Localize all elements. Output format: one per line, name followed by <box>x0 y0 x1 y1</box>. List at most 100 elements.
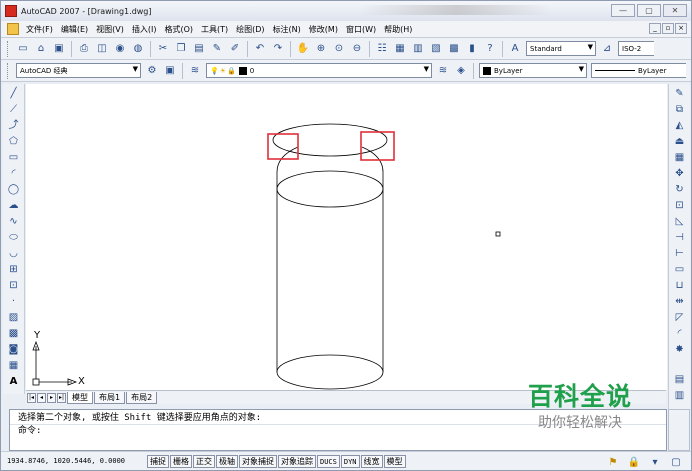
ortho-toggle[interactable]: 正交 <box>193 454 215 468</box>
coordinate-readout[interactable]: 1934.8746, 1020.5446, 0.0000 <box>7 457 147 465</box>
new-file-icon[interactable]: ▭ <box>15 41 31 57</box>
revision-cloud-icon[interactable]: ☁ <box>6 198 22 214</box>
construction-line-icon[interactable]: ⟋ <box>6 102 22 118</box>
close-button[interactable]: ✕ <box>663 4 687 17</box>
menu-help[interactable]: 帮助(H) <box>380 24 416 35</box>
maximize-button[interactable]: ▢ <box>637 4 661 17</box>
zoom-realtime-icon[interactable]: ⊕ <box>313 41 329 57</box>
save-icon[interactable]: ▣ <box>51 41 67 57</box>
layer-previous-icon[interactable]: ◈ <box>453 63 469 79</box>
zoom-previous-icon[interactable]: ⊖ <box>349 41 365 57</box>
undo-icon[interactable]: ↶ <box>252 41 268 57</box>
linetype-select[interactable]: ByLayer <box>591 63 686 78</box>
workspace-settings-icon[interactable]: ⚙ <box>144 63 160 79</box>
polar-toggle[interactable]: 极轴 <box>216 454 238 468</box>
dim-style-select[interactable]: ISO-2 <box>618 41 654 56</box>
redo-icon[interactable]: ↷ <box>270 41 286 57</box>
menu-format[interactable]: 格式(O) <box>160 24 197 35</box>
zoom-window-icon[interactable]: ⊙ <box>331 41 347 57</box>
plot-preview-icon[interactable]: ◫ <box>94 41 110 57</box>
chamfer-icon[interactable]: ◸ <box>672 310 688 326</box>
etransmit-icon[interactable]: ◍ <box>130 41 146 57</box>
communication-center-icon[interactable]: ⚑ <box>605 455 621 471</box>
arc-icon[interactable]: ◜ <box>6 166 22 182</box>
ellipse-icon[interactable]: ⬭ <box>6 230 22 246</box>
fillet-icon[interactable]: ◜ <box>672 326 688 342</box>
next-tab-button[interactable]: ▸ <box>47 392 56 403</box>
polyline-icon[interactable]: ⤴ <box>6 118 22 134</box>
menu-file[interactable]: 文件(F) <box>22 24 57 35</box>
copy-icon[interactable]: ❐ <box>173 41 189 57</box>
ducs-toggle[interactable]: DUCS <box>317 454 340 468</box>
rectangle-icon[interactable]: ▭ <box>6 150 22 166</box>
dyn-toggle[interactable]: DYN <box>340 454 360 468</box>
spline-icon[interactable]: ∿ <box>6 214 22 230</box>
clean-screen-icon[interactable]: ▢ <box>668 455 684 471</box>
paste-icon[interactable]: ▤ <box>191 41 207 57</box>
document-icon[interactable] <box>7 23 19 35</box>
circle-icon[interactable]: ◯ <box>6 182 22 198</box>
sheet-set-icon[interactable]: ▧ <box>428 41 444 57</box>
multiline-text-icon[interactable]: A <box>6 374 22 390</box>
status-menu-chevron-icon[interactable]: ▾ <box>647 455 663 471</box>
publish-icon[interactable]: ◉ <box>112 41 128 57</box>
tool-palettes-icon[interactable]: ▥ <box>410 41 426 57</box>
toolbar-grip[interactable] <box>7 40 10 57</box>
move-icon[interactable]: ✥ <box>672 166 688 182</box>
color-select[interactable]: ByLayer ▼ <box>479 63 587 78</box>
toolbar-grip[interactable] <box>7 62 10 79</box>
hatch-icon[interactable]: ▨ <box>6 310 22 326</box>
mirror-icon[interactable]: ◭ <box>672 118 688 134</box>
tab-model[interactable]: 模型 <box>67 391 93 404</box>
erase-icon[interactable]: ✎ <box>672 86 688 102</box>
point-icon[interactable]: · <box>6 294 22 310</box>
menu-draw[interactable]: 绘图(D) <box>232 24 268 35</box>
drawing-canvas[interactable]: Y X <box>26 84 667 390</box>
cut-icon[interactable]: ✂ <box>155 41 171 57</box>
pan-icon[interactable]: ✋ <box>295 41 311 57</box>
region-icon[interactable]: ◙ <box>6 342 22 358</box>
join-icon[interactable]: ⇹ <box>672 294 688 310</box>
copy-object-icon[interactable]: ⧉ <box>672 102 688 118</box>
snap-toggle[interactable]: 捕捉 <box>147 454 169 468</box>
insert-block-icon[interactable]: ⊞ <box>6 262 22 278</box>
ellipse-arc-icon[interactable]: ◡ <box>6 246 22 262</box>
trim-icon[interactable]: ⊣ <box>672 230 688 246</box>
grid-toggle[interactable]: 栅格 <box>170 454 192 468</box>
menu-insert[interactable]: 插入(I) <box>128 24 161 35</box>
explode-icon[interactable]: ✸ <box>672 342 688 358</box>
draworder-back-icon[interactable]: ▥ <box>672 388 688 404</box>
table-icon[interactable]: ▦ <box>6 358 22 374</box>
block-editor-icon[interactable]: ✐ <box>227 41 243 57</box>
last-tab-button[interactable]: ▸| <box>57 392 66 403</box>
doc-minimize-button[interactable]: _ <box>649 23 661 34</box>
menu-tools[interactable]: 工具(T) <box>197 24 232 35</box>
minimize-button[interactable]: — <box>611 4 635 17</box>
menu-dimension[interactable]: 标注(N) <box>269 24 305 35</box>
text-style-select[interactable]: Standard ▼ <box>526 41 596 56</box>
workspace-save-icon[interactable]: ▣ <box>162 63 178 79</box>
draworder-icon[interactable]: ▤ <box>672 372 688 388</box>
otrack-toggle[interactable]: 对象追踪 <box>278 454 316 468</box>
menu-edit[interactable]: 编辑(E) <box>57 24 92 35</box>
open-file-icon[interactable]: ⌂ <box>33 41 49 57</box>
match-properties-icon[interactable]: ✎ <box>209 41 225 57</box>
cylinder-middle-ellipse[interactable] <box>276 170 384 208</box>
make-block-icon[interactable]: ⊡ <box>6 278 22 294</box>
prev-tab-button[interactable]: ◂ <box>37 392 46 403</box>
menu-view[interactable]: 视图(V) <box>92 24 128 35</box>
lock-toolbar-icon[interactable]: 🔒 <box>626 455 642 471</box>
lineweight-toggle[interactable]: 线宽 <box>360 454 383 468</box>
rotate-icon[interactable]: ↻ <box>672 182 688 198</box>
markup-icon[interactable]: ▩ <box>446 41 462 57</box>
tab-layout2[interactable]: 布局2 <box>126 391 158 404</box>
layer-manager-icon[interactable]: ≋ <box>187 63 203 79</box>
tab-layout1[interactable]: 布局1 <box>94 391 126 404</box>
gradient-icon[interactable]: ▩ <box>6 326 22 342</box>
help-icon[interactable]: ? <box>482 41 498 57</box>
design-center-icon[interactable]: ▦ <box>392 41 408 57</box>
command-scrollbar[interactable] <box>668 409 690 451</box>
properties-icon[interactable]: ☷ <box>374 41 390 57</box>
workspace-select[interactable]: AutoCAD 经典 ▼ <box>16 63 141 78</box>
make-current-layer-icon[interactable]: ≋ <box>435 63 451 79</box>
